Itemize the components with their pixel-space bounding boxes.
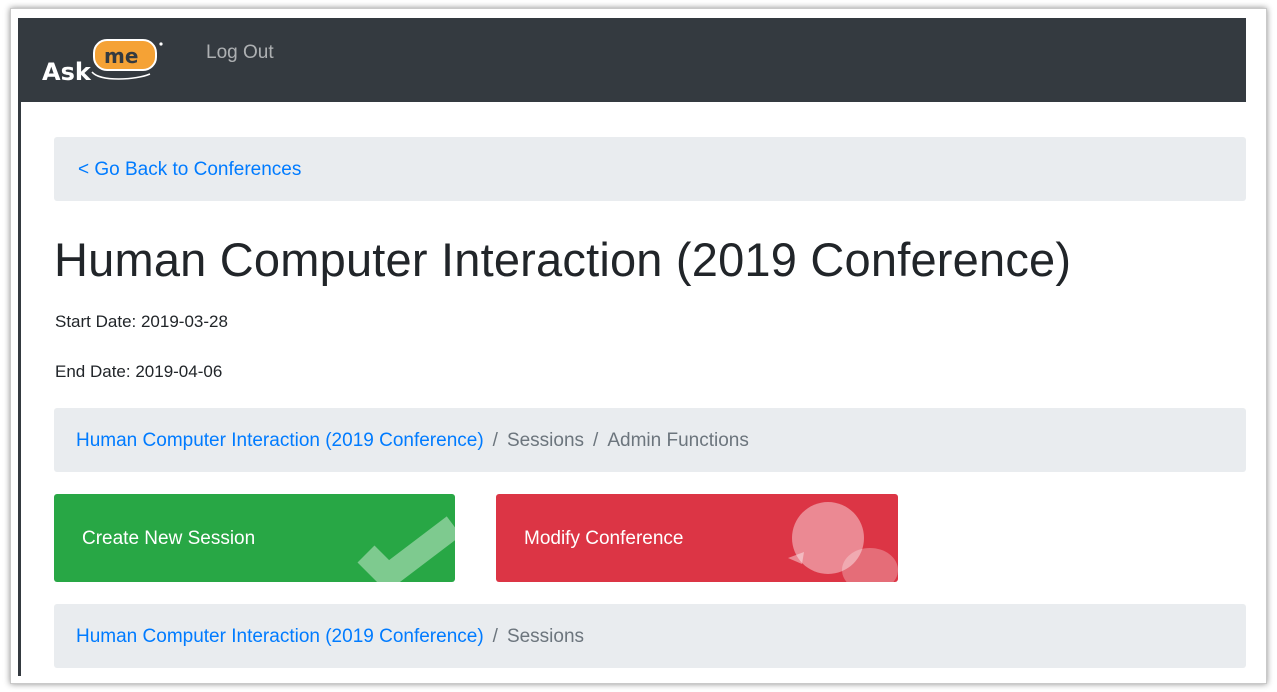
logo-text-ask: Ask xyxy=(42,58,92,86)
content-left-border xyxy=(18,102,21,676)
breadcrumb-admin: Human Computer Interaction (2019 Confere… xyxy=(54,408,1246,472)
askme-logo[interactable]: Ask me xyxy=(40,32,180,88)
breadcrumb-separator: / xyxy=(593,430,599,451)
breadcrumb-conference-link[interactable]: Human Computer Interaction (2019 Confere… xyxy=(76,626,484,647)
modify-conference-button[interactable]: Modify Conference xyxy=(496,494,898,582)
app-window xyxy=(10,8,1267,684)
breadcrumb-item-sessions: Sessions xyxy=(506,430,585,451)
create-new-session-button[interactable]: Create New Session xyxy=(54,494,455,582)
logo-text-me: me xyxy=(104,44,138,68)
breadcrumb-separator: / xyxy=(492,430,498,451)
back-to-conferences-link[interactable]: < Go Back to Conferences xyxy=(78,159,301,181)
start-date: Start Date: 2019-03-28 xyxy=(55,312,228,331)
logout-link[interactable]: Log Out xyxy=(206,42,274,64)
breadcrumb-item-sessions: Sessions xyxy=(506,626,585,647)
back-nav-bar: < Go Back to Conferences xyxy=(54,137,1246,201)
end-date: End Date: 2019-04-06 xyxy=(55,362,223,381)
top-navbar: Ask me Log Out xyxy=(18,18,1246,102)
breadcrumb-conference-link[interactable]: Human Computer Interaction (2019 Confere… xyxy=(76,430,484,451)
breadcrumb-sessions: Human Computer Interaction (2019 Confere… xyxy=(54,604,1246,668)
modify-conference-label: Modify Conference xyxy=(524,528,684,549)
breadcrumb-item-admin-functions: Admin Functions xyxy=(607,430,749,451)
checkmark-icon xyxy=(357,516,455,582)
speech-bubble-icon xyxy=(788,502,898,582)
page-title: Human Computer Interaction (2019 Confere… xyxy=(54,233,1072,286)
create-new-session-label: Create New Session xyxy=(82,528,256,549)
breadcrumb-separator: / xyxy=(492,626,498,647)
